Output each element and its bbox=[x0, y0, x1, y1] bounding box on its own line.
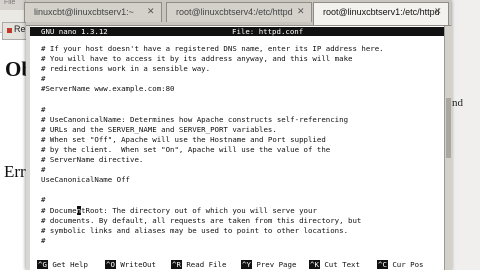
terminal-scrollbar[interactable] bbox=[444, 26, 452, 270]
nano-shortcut-bar: ^G Get Help ^O WriteOut ^R Read File ^Y Pre… bbox=[30, 258, 444, 270]
page-favicon-icon bbox=[7, 28, 12, 33]
close-icon[interactable]: ✕ bbox=[147, 6, 155, 17]
config-line: # If your host doesn't have a registered… bbox=[41, 44, 384, 53]
terminal-tab-3[interactable]: root@linuxcbtserv1:/etc/httpd ✕ bbox=[313, 2, 449, 25]
config-line: #ServerName www.example.com:80 bbox=[41, 84, 175, 94]
config-line: # redirections work in a sensible way. bbox=[41, 64, 211, 74]
terminal-tab-2[interactable]: root@linuxcbtserv4:/etc/httpd ✕ bbox=[166, 2, 312, 22]
shortcut-label: Get Help bbox=[47, 260, 88, 269]
shortcut-label: WriteOut bbox=[115, 260, 156, 269]
background-right-text: nd bbox=[452, 97, 463, 109]
scrollbar-thumb[interactable] bbox=[446, 98, 451, 158]
config-line: # URLs and the SERVER_NAME and SERVER_PO… bbox=[41, 124, 277, 134]
terminal-tab-bar: linuxcbt@linuxcbtserv1:~ ✕ root@linuxcbt… bbox=[24, 0, 451, 26]
config-text[interactable]: # If your host doesn't have a registered… bbox=[41, 44, 384, 246]
config-line: # bbox=[41, 165, 46, 175]
shortcut-key: ^R bbox=[171, 260, 182, 269]
config-line: # bbox=[41, 195, 46, 205]
shortcut-label: Read File bbox=[181, 260, 227, 269]
nano-titlebar: GNU nano 1.3.12 File: httpd.conf bbox=[30, 27, 444, 36]
close-icon[interactable]: ✕ bbox=[297, 6, 305, 17]
config-line: # ServerName directive. bbox=[41, 155, 144, 165]
shortcut-read-file: ^R Read File bbox=[171, 260, 226, 269]
shortcut-label: Cut Text bbox=[319, 260, 360, 269]
config-line: # by the client. When set "On", Apache w… bbox=[41, 144, 331, 154]
terminal-tab-1[interactable]: linuxcbt@linuxcbtserv1:~ ✕ bbox=[24, 2, 162, 22]
config-line: # When set "Off", Apache will use the Ho… bbox=[41, 134, 326, 144]
shortcut-writeout: ^O WriteOut bbox=[105, 260, 156, 269]
close-icon[interactable]: ✕ bbox=[434, 6, 442, 17]
background-right-panel bbox=[448, 0, 480, 270]
menu-item-file[interactable]: File bbox=[4, 0, 15, 6]
shortcut-key: ^O bbox=[105, 260, 116, 269]
config-line: # bbox=[41, 104, 46, 114]
config-line: # UseCanonicalName: Determines how Apach… bbox=[41, 114, 349, 124]
shortcut-label: Cur Pos bbox=[387, 260, 424, 269]
config-line bbox=[41, 94, 384, 104]
shortcut-key: ^K bbox=[309, 260, 320, 269]
config-line: UseCanonicalName Off bbox=[41, 175, 130, 185]
config-line: # DocumentRoot: The directory out of whi… bbox=[41, 205, 317, 215]
config-line bbox=[41, 185, 384, 195]
config-line: # symbolic links and aliases may be used… bbox=[41, 225, 349, 235]
terminal-tab-label: root@linuxcbtserv4:/etc/httpd bbox=[176, 7, 293, 17]
shortcut-key: ^G bbox=[37, 260, 48, 269]
terminal-tab-label: linuxcbt@linuxcbtserv1:~ bbox=[34, 7, 134, 17]
shortcut-prev-page: ^Y Prev Page bbox=[241, 260, 296, 269]
shortcut-cur-pos: ^C Cur Pos bbox=[377, 260, 424, 269]
config-line: # bbox=[41, 74, 46, 84]
terminal-content[interactable]: GNU nano 1.3.12 File: httpd.conf # If yo… bbox=[30, 26, 444, 270]
config-line: # documents. By default, all requests ar… bbox=[41, 215, 362, 225]
config-line: # You will have to access it by its addr… bbox=[41, 54, 353, 64]
nano-version: GNU nano 1.3.12 bbox=[41, 27, 108, 36]
config-line: # bbox=[41, 235, 46, 245]
terminal-tab-label: root@linuxcbtserv1:/etc/httpd bbox=[323, 7, 440, 17]
terminal-window: linuxcbt@linuxcbtserv1:~ ✕ root@linuxcbt… bbox=[24, 0, 452, 270]
shortcut-key: ^Y bbox=[241, 260, 252, 269]
shortcut-key: ^C bbox=[377, 260, 388, 269]
nano-file-label: File: httpd.conf bbox=[232, 27, 304, 36]
shortcut-get-help: ^G Get Help bbox=[37, 260, 88, 269]
shortcut-label: Prev Page bbox=[251, 260, 297, 269]
shortcut-cut-text: ^K Cut Text bbox=[309, 260, 360, 269]
